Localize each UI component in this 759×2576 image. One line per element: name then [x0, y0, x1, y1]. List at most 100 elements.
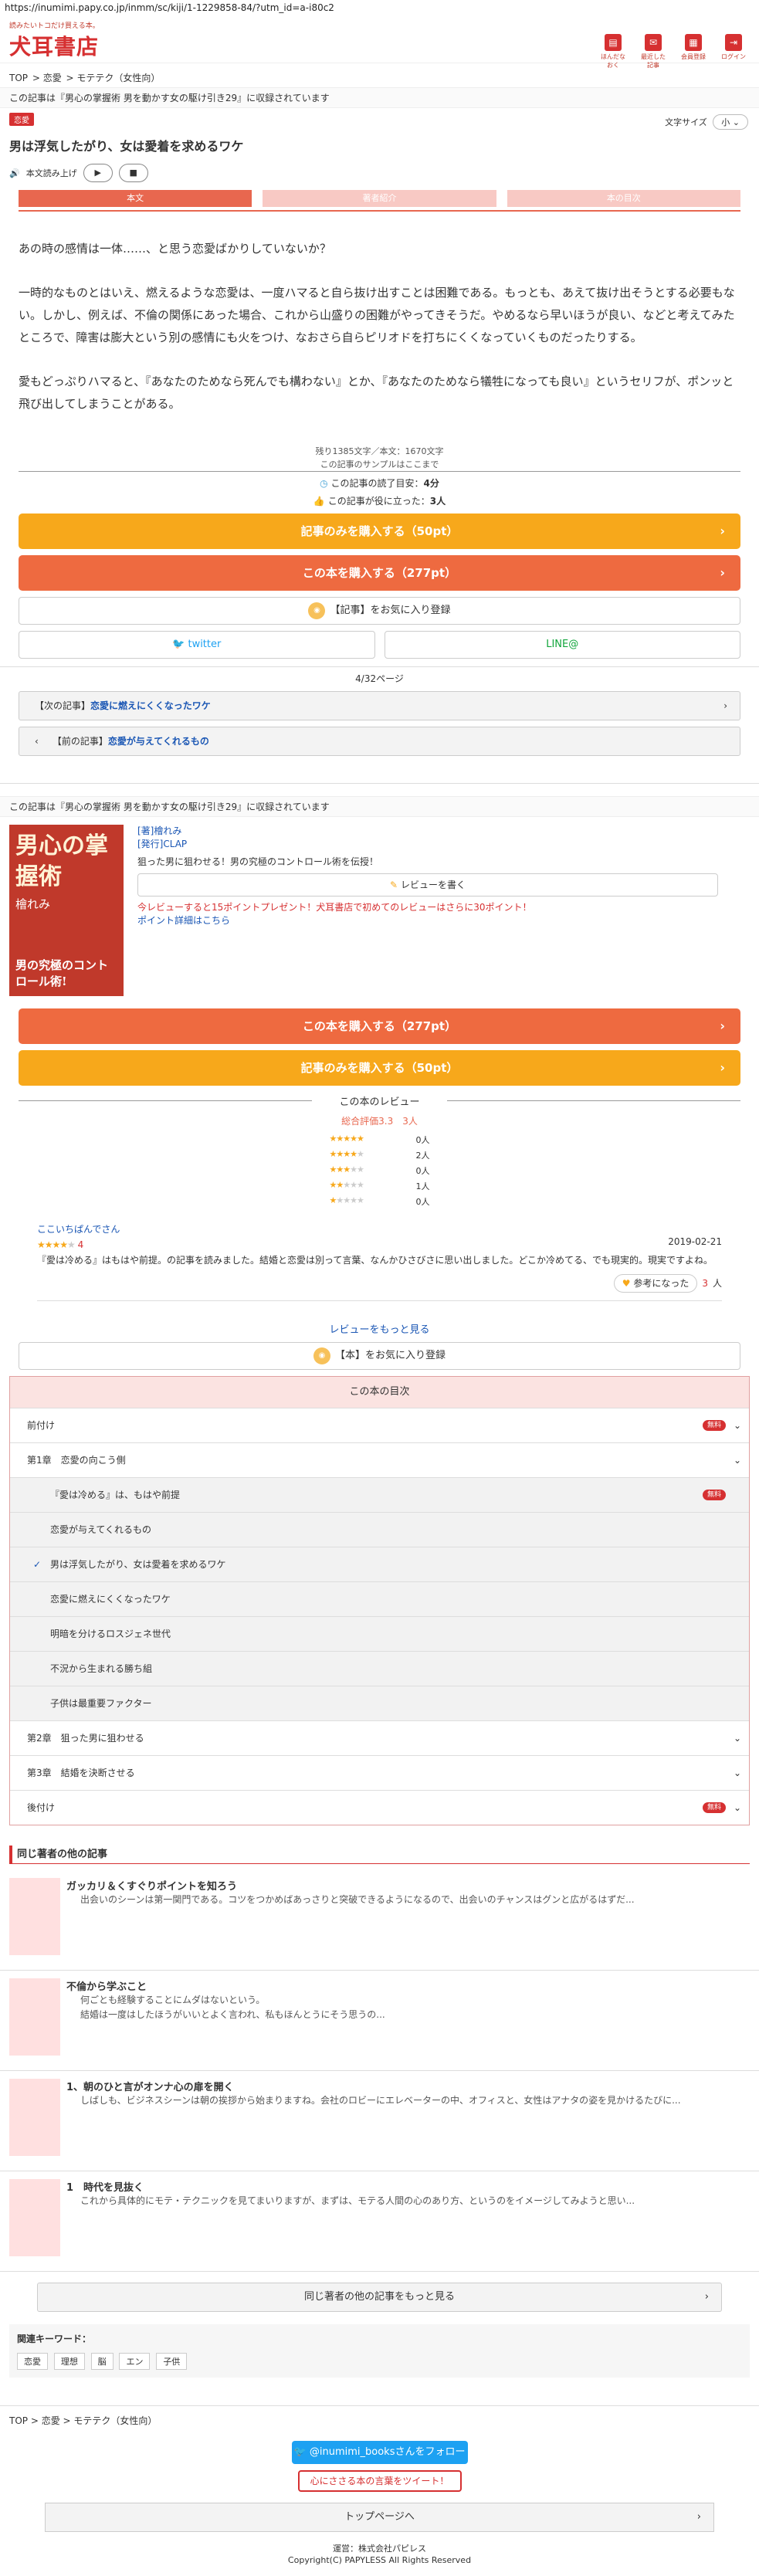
included-in-note-2: この記事は『男心の掌握術 男を動かす女の駆け引き29』に収録されています	[0, 796, 759, 817]
login-icon[interactable]: ⇥ ログイン	[719, 34, 748, 69]
favorite-article-button[interactable]: ◉ 【記事】をお気に入り登録	[19, 597, 740, 625]
toc-item[interactable]: 『愛は冷める』は、もはや前提 無料	[10, 1477, 749, 1512]
other-article[interactable]: 不倫から学ぶこと 何ごとも経験することにムダはないという。 結婚は一度はしたほう…	[0, 1971, 759, 2071]
toc-item[interactable]: 第1章 恋愛の向こう側 ⌄	[10, 1442, 749, 1477]
chevron-down-icon: ⌄	[733, 1802, 741, 1813]
tts-label: 本文読み上げ	[25, 168, 77, 178]
publisher-link[interactable]: [発行]CLAP	[137, 839, 187, 849]
other-article[interactable]: ガッカリ＆くすぐりポイントを知ろう 出会いのシーンは第一関門である。コツをつかめ…	[0, 1870, 759, 1971]
font-size-label: 文字サイズ	[665, 117, 707, 127]
reviews-heading: この本のレビュー	[19, 1093, 740, 1108]
toc-item-current[interactable]: ✓ 男は浮気したがり、女は愛着を求めるワケ	[10, 1547, 749, 1581]
top-page-button[interactable]: トップページへ ›	[45, 2503, 714, 2532]
font-size-control: 文字サイズ 小 ⌄	[665, 114, 748, 130]
rating-row-4[interactable]: ★★★★★ 2人	[330, 1149, 430, 1164]
breadcrumb-motetech[interactable]: モテテク（女性向）	[73, 2415, 157, 2426]
stop-button[interactable]: ■	[118, 164, 148, 182]
toc-item-label: 第2章 狙った男に狙わせる	[27, 1733, 144, 1744]
keyword-tag[interactable]: エン	[119, 2353, 151, 2370]
site-header: 読みたいトコだけ買える本。 犬耳書店 ▤ ほんだなおく ✉ 最近した記事 ▦ 会員登録…	[0, 17, 759, 69]
keyword-tag[interactable]: 脳	[90, 2353, 114, 2370]
coin-icon: ◉	[313, 1347, 330, 1364]
buy-article-button-2[interactable]: 記事のみを購入する（50pt） ›	[19, 1050, 740, 1086]
toc-item[interactable]: 子供は最重要ファクター	[10, 1686, 749, 1720]
chevron-right-icon: ›	[696, 2511, 701, 2523]
toc-item[interactable]: 前付け 無料 ⌄	[10, 1408, 749, 1442]
rating-row-2[interactable]: ★★★★★ 1人	[330, 1180, 430, 1195]
keyword-tag[interactable]: 理想	[53, 2353, 85, 2370]
more-other-articles-button[interactable]: 同じ著者の他の記事をもっと見る ›	[37, 2283, 722, 2312]
toc-item-label: 前付け	[27, 1420, 56, 1431]
remaining-chars: 残り1385文字／本文：1670文字	[315, 446, 444, 456]
play-button[interactable]: ▶	[83, 164, 113, 182]
toc-item[interactable]: 不況から生まれる勝ち組	[10, 1651, 749, 1686]
breadcrumb-top[interactable]: TOP	[9, 2415, 28, 2426]
page-count: 4/32ページ	[0, 666, 759, 685]
point-details-link[interactable]: ポイント詳細はこちら	[137, 915, 230, 926]
buy-article-button[interactable]: 記事のみを購入する（50pt） ›	[19, 514, 740, 549]
tts-controls: 🔊 本文読み上げ ▶ ■	[0, 159, 759, 187]
breadcrumb-love[interactable]: 恋愛	[43, 73, 62, 83]
toc-item-label: 『愛は冷める』は、もはや前提	[50, 1490, 181, 1500]
thumbs-up-icon: 👍	[313, 496, 325, 507]
author-link[interactable]: [著]檜れみ	[137, 825, 181, 836]
tweet-quote-button[interactable]: 心にささる本の言葉をツイート！	[297, 2470, 462, 2492]
related-keywords: 関連キーワード： 恋愛 理想 脳 エン 子供	[9, 2324, 750, 2378]
buy-book-button-2[interactable]: この本を購入する（277pt） ›	[19, 1008, 740, 1044]
article-body: あの時の感情は一体……、と思う恋愛ばかりしていないか？ 一時的なものとはいえ、燃…	[0, 212, 759, 445]
rating-row-1[interactable]: ★★★★★ 0人	[330, 1195, 430, 1211]
chevron-down-icon: ⌄	[733, 1768, 741, 1778]
article-title: 男は浮気したがり、女は愛着を求めるワケ	[9, 139, 244, 154]
toc-item[interactable]: 明暗を分けるロスジェネ世代	[10, 1616, 749, 1651]
next-article-button[interactable]: 【次の記事】恋愛に燃えにくくなったワケ ›	[19, 691, 740, 720]
write-review-button[interactable]: ✎ レビューを書く	[137, 873, 718, 897]
keywords-label: 関連キーワード：	[17, 2334, 92, 2344]
chevron-right-icon: ›	[720, 1019, 725, 1033]
table-of-contents: この本の目次 前付け 無料 ⌄ 第1章 恋愛の向こう側 ⌄ 『愛は冷める』は、もはや前提無…	[9, 1376, 750, 1825]
read-history-icon[interactable]: ✉ 最近した記事	[639, 34, 668, 69]
reviewer-name[interactable]: ここいちぱんでさん	[37, 1224, 120, 1235]
tab-body[interactable]: 本文	[19, 190, 252, 207]
breadcrumb-love[interactable]: 恋愛	[42, 2415, 60, 2426]
toc-item[interactable]: 第2章 狙った男に狙わせる ⌄	[10, 1720, 749, 1755]
more-reviews-link[interactable]: レビューをもっと見る	[0, 1321, 759, 1336]
breadcrumb-top[interactable]: TOP	[9, 73, 28, 83]
category-badge[interactable]: 恋愛	[9, 113, 34, 126]
toc-item[interactable]: 後付け 無料 ⌄	[10, 1790, 749, 1825]
book-cover[interactable]: 男心の掌握術 檜れみ 男の究極のコントロール術!	[9, 825, 124, 996]
twitter-share-button[interactable]: 🐦 twitter	[19, 631, 375, 659]
read-time: ◷ この記事の読了目安：4分	[320, 478, 439, 489]
font-size-select[interactable]: 小 ⌄	[713, 114, 748, 130]
line-share-button[interactable]: LINE@	[384, 631, 740, 659]
register-icon[interactable]: ▦ 会員登録	[679, 34, 708, 69]
read-later-icon[interactable]: ▤ ほんだなおく	[598, 34, 628, 69]
prev-article-button[interactable]: ‹ 【前の記事】恋愛が与えてくれるもの	[19, 727, 740, 756]
tab-author[interactable]: 著者紹介	[263, 190, 496, 207]
url-bar[interactable]: https://inumimi.papy.co.jp/inmm/sc/kiji/…	[0, 0, 759, 17]
keyword-tag[interactable]: 恋愛	[17, 2353, 48, 2370]
other-article[interactable]: 1、朝のひと言がオンナ心の扉を開く しばしも、ビジネスシーンは朝の挨拶から始まり…	[0, 2071, 759, 2171]
site-tagline: 読みたいトコだけ買える本。	[9, 22, 100, 30]
favorite-book-button[interactable]: ◉ 【本】をお気に入り登録	[19, 1342, 740, 1370]
heart-icon: ♥	[622, 1278, 631, 1289]
helpful-button[interactable]: ♥ 参考になった	[613, 1274, 698, 1293]
buy-book-button[interactable]: この本を購入する（277pt） ›	[19, 555, 740, 591]
breadcrumb-motetech[interactable]: モテテク（女性向）	[76, 73, 160, 83]
keyword-tag[interactable]: 子供	[156, 2353, 188, 2370]
sample-end: この記事のサンプルはここまで	[320, 459, 439, 469]
review-body: 『愛は冷める』はもはや前提。の記事を読みました。結婚と恋愛は別って言葉、なんかひ…	[37, 1255, 713, 1266]
toc-item-label: 恋愛に燃えにくくなったワケ	[50, 1594, 171, 1605]
twitter-follow-button[interactable]: 🐦 @inumimi_booksさんをフォロー	[291, 2441, 468, 2464]
review-stars: ★★★★★	[37, 1239, 76, 1250]
toc-item-label: 恋愛が与えてくれるもの	[50, 1524, 152, 1535]
rating-row-3[interactable]: ★★★★★ 0人	[330, 1164, 430, 1180]
other-article[interactable]: 1 時代を見抜く これから具体的にモテ・テクニックを見てまいりますが、まずは、モ…	[0, 2171, 759, 2272]
toc-item[interactable]: 第3章 結婚を決断させる ⌄	[10, 1755, 749, 1790]
toc-item[interactable]: 恋愛が与えてくれるもの	[10, 1512, 749, 1547]
article-tabs: 本文 著者紹介 本の目次	[0, 187, 759, 210]
chevron-right-icon: ›	[704, 2291, 709, 2303]
toc-item[interactable]: 恋愛に燃えにくくなったワケ	[10, 1581, 749, 1616]
tab-toc[interactable]: 本の目次	[507, 190, 740, 207]
rating-row-5[interactable]: ★★★★★ 0人	[330, 1134, 430, 1149]
free-badge: 無料	[702, 1420, 726, 1431]
